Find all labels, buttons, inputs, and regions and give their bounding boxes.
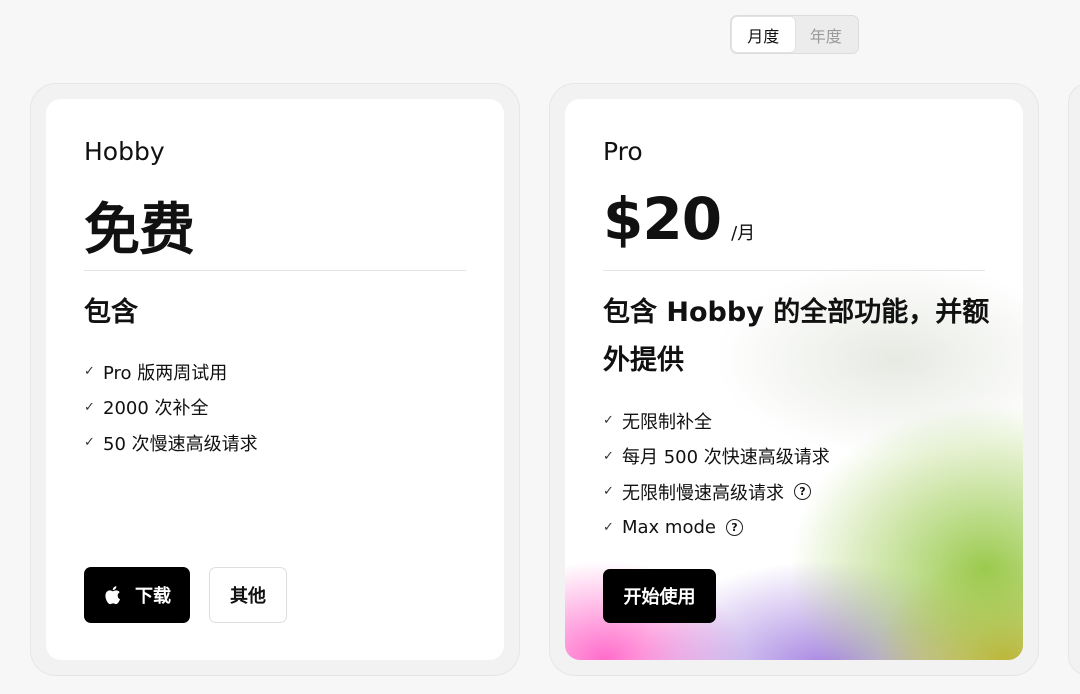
feature-item: ✓ 无限制补全 bbox=[603, 403, 830, 439]
price-row: $20 /月 bbox=[603, 185, 755, 253]
feature-label: 2000 次补全 bbox=[103, 398, 209, 420]
feature-item: ✓ 无限制慢速高级请求 ? bbox=[603, 474, 830, 510]
check-icon: ✓ bbox=[84, 435, 95, 451]
feature-label: Pro 版两周试用 bbox=[103, 362, 228, 384]
get-started-label: 开始使用 bbox=[623, 587, 696, 608]
plan-price: 免费 bbox=[84, 198, 195, 263]
feature-list: ✓ Pro 版两周试用 ✓ 2000 次补全 ✓ 50 次慢速高级请求 bbox=[84, 354, 258, 461]
plan-name: Pro bbox=[603, 137, 643, 166]
feature-item: ✓ 50 次慢速高级请求 bbox=[84, 425, 258, 461]
get-started-button[interactable]: 开始使用 bbox=[603, 569, 716, 623]
check-icon: ✓ bbox=[603, 484, 614, 500]
feature-item: ✓ 每月 500 次快速高级请求 bbox=[603, 439, 830, 475]
pricing-page: 月度 年度 Hobby 免费 包含 ✓ Pro 版两周试用 ✓ 2000 次补全 bbox=[0, 0, 1080, 694]
info-icon[interactable]: ? bbox=[794, 483, 811, 501]
pro-plan-panel: Pro $20 /月 包含 Hobby 的全部功能，并额外提供 ✓ 无限制补全 … bbox=[565, 99, 1023, 660]
billing-period-toggle: 月度 年度 bbox=[730, 15, 859, 54]
check-icon: ✓ bbox=[603, 519, 614, 535]
apple-icon bbox=[105, 586, 121, 605]
pro-plan-card: Pro $20 /月 包含 Hobby 的全部功能，并额外提供 ✓ 无限制补全 … bbox=[549, 83, 1039, 676]
divider bbox=[603, 270, 985, 271]
check-icon: ✓ bbox=[84, 364, 95, 380]
feature-label: 每月 500 次快速高级请求 bbox=[622, 447, 830, 469]
other-downloads-button[interactable]: 其他 bbox=[209, 567, 287, 623]
feature-label: Max mode bbox=[622, 516, 716, 538]
feature-item: ✓ Pro 版两周试用 bbox=[84, 354, 258, 390]
feature-item: ✓ Max mode ? bbox=[603, 510, 830, 546]
includes-heading: 包含 Hobby 的全部功能，并额外提供 bbox=[603, 297, 990, 376]
check-icon: ✓ bbox=[603, 413, 614, 429]
check-icon: ✓ bbox=[603, 448, 614, 464]
price-period: /月 bbox=[731, 223, 756, 244]
other-label: 其他 bbox=[230, 586, 266, 607]
info-icon[interactable]: ? bbox=[725, 518, 743, 536]
download-label: 下载 bbox=[135, 586, 171, 607]
feature-list: ✓ 无限制补全 ✓ 每月 500 次快速高级请求 ✓ 无限制慢速高级请求 ? ✓… bbox=[603, 403, 830, 545]
price-row: 免费 bbox=[84, 185, 195, 266]
includes-heading: 包含 bbox=[84, 297, 138, 328]
feature-label: 50 次慢速高级请求 bbox=[103, 433, 258, 455]
feature-label: 无限制慢速高级请求 bbox=[622, 482, 784, 504]
divider bbox=[84, 270, 466, 271]
feature-label: 无限制补全 bbox=[622, 411, 712, 433]
feature-item: ✓ 2000 次补全 bbox=[84, 390, 258, 426]
plan-price: $20 bbox=[603, 185, 722, 253]
download-button[interactable]: 下载 bbox=[84, 567, 190, 623]
next-plan-card bbox=[1068, 83, 1080, 676]
toggle-yearly[interactable]: 年度 bbox=[795, 17, 858, 52]
check-icon: ✓ bbox=[84, 399, 95, 415]
hobby-plan-card: Hobby 免费 包含 ✓ Pro 版两周试用 ✓ 2000 次补全 ✓ 50 … bbox=[30, 83, 520, 676]
hobby-plan-panel: Hobby 免费 包含 ✓ Pro 版两周试用 ✓ 2000 次补全 ✓ 50 … bbox=[46, 99, 504, 660]
plan-name: Hobby bbox=[84, 137, 165, 166]
toggle-monthly[interactable]: 月度 bbox=[732, 17, 795, 52]
